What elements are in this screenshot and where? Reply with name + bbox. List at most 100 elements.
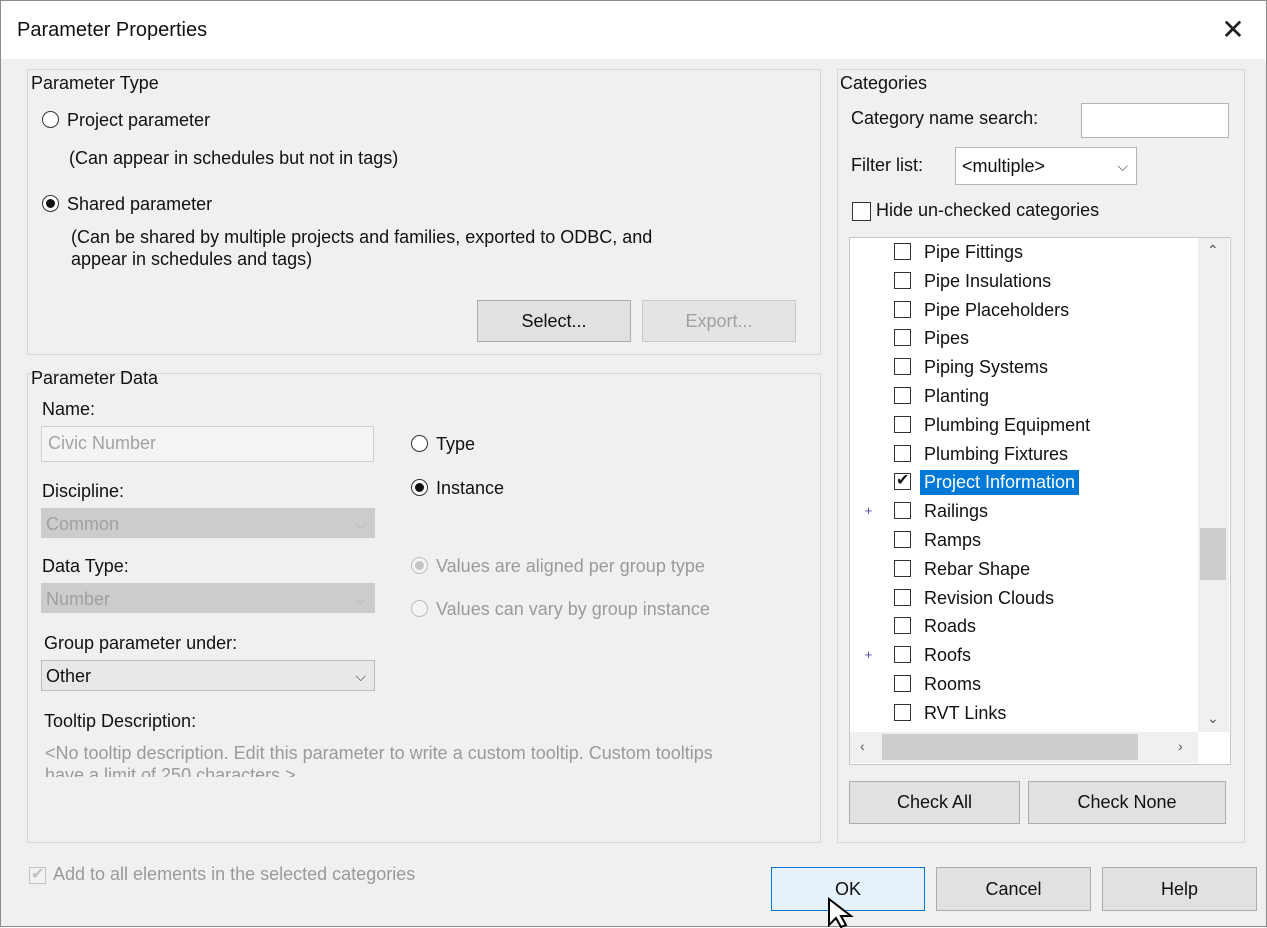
category-checkbox[interactable] [894,646,911,664]
category-checkbox[interactable] [894,387,911,404]
category-checkbox[interactable] [894,243,911,260]
category-item[interactable]: Pipe Fittings [850,238,1198,266]
category-checkbox[interactable] [894,358,911,376]
category-item[interactable]: Planting [850,382,1198,410]
help-button[interactable]: Help [1102,867,1257,911]
horizontal-scrollbar[interactable]: ‹ › [850,732,1198,763]
categories-heading: Categories [840,73,928,93]
category-label[interactable]: RVT Links [920,701,1010,726]
discipline-dropdown[interactable]: Common ⌵ [41,508,375,538]
chevron-down-icon: ⌵ [355,516,366,532]
tooltip-description-box[interactable]: <No tooltip description. Edit this param… [41,739,811,777]
category-item[interactable]: Roads [850,612,1198,640]
shared-parameter-label[interactable]: Shared parameter [67,194,212,215]
category-checkbox[interactable] [894,675,911,692]
scroll-down-icon[interactable]: ⌄ [1207,710,1219,727]
values-vary-radio[interactable] [411,600,428,617]
category-label[interactable]: Plumbing Fixtures [920,442,1072,467]
scrollbar-thumb[interactable] [1200,528,1226,580]
category-checkbox[interactable] [894,329,911,347]
category-label[interactable]: Pipes [920,326,973,351]
parameter-properties-dialog: Parameter Properties ✕ Parameter Type Pr… [0,0,1267,928]
category-checkbox[interactable] [894,703,911,721]
category-label[interactable]: Plumbing Equipment [920,413,1094,438]
category-label[interactable]: Railings [920,499,992,524]
category-label[interactable]: Ramps [920,528,985,553]
check-all-button[interactable]: Check All [849,781,1020,824]
close-icon[interactable]: ✕ [1211,11,1255,49]
category-label[interactable]: Pipe Insulations [920,269,1055,294]
group-parameter-value: Other [46,666,92,686]
add-to-all-elements-checkbox[interactable] [29,864,46,884]
category-label[interactable]: Pipe Placeholders [920,298,1073,323]
scroll-up-icon[interactable]: ⌃ [1207,242,1219,259]
category-checkbox[interactable] [894,300,911,318]
data-type-dropdown[interactable]: Number ⌵ [41,583,375,613]
export-button[interactable]: Export... [642,300,796,342]
category-checkbox[interactable] [894,588,911,606]
category-checkbox[interactable] [894,415,911,433]
scrollbar-thumb[interactable] [882,734,1138,760]
category-label[interactable]: Planting [920,384,993,409]
category-item[interactable]: Plumbing Fixtures [850,440,1198,468]
category-label[interactable]: Roads [920,614,980,639]
hide-unchecked-checkbox[interactable] [852,202,871,221]
category-tree[interactable]: Pipe Fittings Pipe Insulations Pipe Placeh… [849,237,1231,765]
category-label[interactable]: Revision Clouds [920,586,1058,611]
category-item[interactable]: Plumbing Equipment [850,411,1198,439]
category-item[interactable]: Ramps [850,526,1198,554]
category-checkbox[interactable] [894,502,911,520]
category-item[interactable]: Pipes [850,324,1198,352]
category-item[interactable]: Revision Clouds [850,584,1198,612]
expand-icon[interactable]: + [862,648,875,662]
add-to-all-elements-label[interactable]: Add to all elements in the selected cate… [53,864,415,885]
select-button[interactable]: Select... [477,300,631,342]
scroll-right-icon[interactable]: › [1178,738,1183,754]
values-aligned-radio[interactable] [411,557,428,574]
chevron-down-icon: ⌵ [355,668,366,684]
category-item[interactable]: + Roofs [850,641,1198,669]
expand-icon[interactable]: + [862,504,875,518]
category-checkbox[interactable] [894,444,911,462]
category-checkbox[interactable] [894,617,911,635]
category-label[interactable]: Project Information [920,470,1080,496]
instance-label[interactable]: Instance [436,478,504,499]
category-item[interactable]: Project Information [850,468,1198,496]
category-item[interactable]: Pipe Insulations [850,267,1198,295]
category-label[interactable]: Rebar Shape [920,557,1034,582]
category-item[interactable]: Rebar Shape [850,555,1198,583]
values-vary-label[interactable]: Values can vary by group instance [436,599,710,620]
instance-radio[interactable] [411,479,428,496]
category-item[interactable]: Pipe Placeholders [850,296,1198,324]
group-parameter-dropdown[interactable]: Other ⌵ [41,660,375,691]
category-label[interactable]: Piping Systems [920,355,1052,380]
project-parameter-radio[interactable] [42,111,59,128]
shared-parameter-radio[interactable] [42,195,59,212]
category-item[interactable]: RVT Links [850,699,1198,727]
check-none-button[interactable]: Check None [1028,781,1226,824]
category-label[interactable]: Pipe Fittings [920,240,1027,265]
category-label[interactable]: Roofs [920,643,975,668]
vertical-scrollbar[interactable]: ⌃ ⌄ [1198,238,1229,732]
category-checkbox[interactable] [894,531,911,548]
category-label[interactable]: Rooms [920,672,985,697]
project-parameter-label[interactable]: Project parameter [67,110,210,131]
title-bar: Parameter Properties ✕ [1,1,1266,59]
type-radio[interactable] [411,435,428,452]
name-field[interactable]: Civic Number [41,426,374,462]
discipline-label: Discipline: [42,481,125,501]
scroll-left-icon[interactable]: ‹ [860,738,865,754]
category-item[interactable]: + Railings [850,497,1198,525]
filter-list-label: Filter list: [851,155,923,175]
category-checkbox[interactable] [894,470,911,491]
cancel-button[interactable]: Cancel [936,867,1091,911]
category-checkbox[interactable] [894,271,911,289]
category-item[interactable]: Rooms [850,670,1198,698]
filter-list-dropdown[interactable]: <multiple> ⌵ [955,147,1137,185]
type-label[interactable]: Type [436,434,475,455]
category-item[interactable]: Piping Systems [850,353,1198,381]
hide-unchecked-label[interactable]: Hide un-checked categories [876,200,1099,221]
category-checkbox[interactable] [894,559,911,577]
category-search-input[interactable] [1081,103,1229,138]
values-aligned-label[interactable]: Values are aligned per group type [436,556,705,577]
